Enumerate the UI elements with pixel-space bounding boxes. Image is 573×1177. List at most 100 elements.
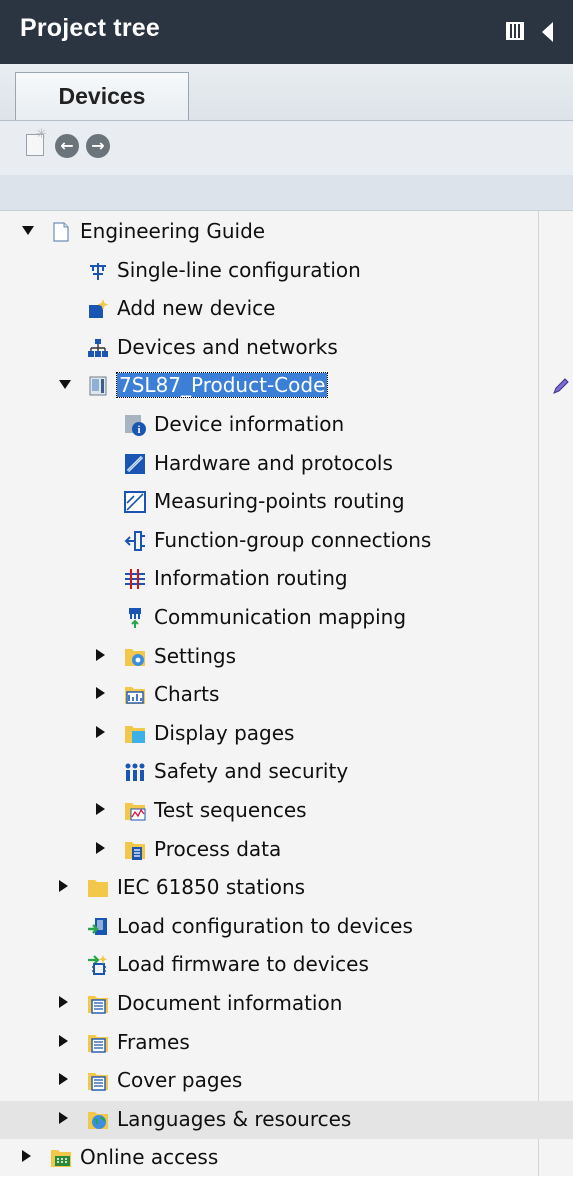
expand-arrow-icon[interactable] bbox=[59, 996, 68, 1008]
tree-item-label: Process data bbox=[154, 836, 282, 861]
tree-item-label: Devices and networks bbox=[117, 334, 338, 359]
single-line-icon bbox=[87, 260, 109, 282]
panel-title: Project tree bbox=[20, 14, 160, 42]
document-folder-icon bbox=[87, 993, 109, 1015]
frames-folder-icon bbox=[87, 1032, 109, 1054]
collapse-panel-icon[interactable] bbox=[542, 22, 553, 42]
tree-item[interactable]: Frames bbox=[0, 1024, 573, 1062]
folder-icon bbox=[87, 877, 109, 899]
title-bar: Project tree bbox=[0, 0, 573, 65]
device-icon bbox=[87, 375, 109, 397]
tree-item-label: Document information bbox=[117, 991, 343, 1015]
expand-arrow-icon[interactable] bbox=[59, 1034, 68, 1047]
tree-item[interactable]: Measuring-points routing bbox=[0, 483, 573, 521]
tree-item[interactable]: Communication mapping bbox=[0, 599, 573, 637]
tree-item-label: Display pages bbox=[154, 720, 295, 745]
settings-folder-icon bbox=[124, 646, 146, 668]
measuring-routing-icon bbox=[124, 491, 146, 514]
tree-item-label: Load firmware to devices bbox=[117, 952, 369, 977]
online-access-folder-icon bbox=[50, 1147, 72, 1169]
load-configuration-icon bbox=[87, 916, 109, 938]
tree-item[interactable]: Online access bbox=[0, 1139, 573, 1177]
back-arrow-icon[interactable]: ← bbox=[55, 134, 79, 158]
expand-arrow-icon[interactable] bbox=[59, 1111, 68, 1124]
function-group-icon bbox=[124, 530, 146, 552]
expand-arrow-icon[interactable] bbox=[96, 803, 105, 815]
information-routing-icon bbox=[124, 568, 146, 590]
tree-item-label: Cover pages bbox=[117, 1068, 243, 1093]
edit-pencil-icon[interactable] bbox=[552, 377, 570, 395]
tree-item-label: Languages & resources bbox=[117, 1106, 352, 1131]
tab-devices-label: Devices bbox=[58, 83, 146, 109]
tree-item[interactable]: Document information bbox=[0, 985, 573, 1023]
tree-item[interactable]: Languages & resources bbox=[0, 1100, 573, 1139]
tree-item[interactable]: i Device information bbox=[0, 406, 573, 444]
tree-item[interactable]: Engineering Guide bbox=[0, 213, 573, 251]
tree-item[interactable]: Load firmware to devices bbox=[0, 946, 573, 984]
forward-arrow-icon[interactable]: → bbox=[86, 134, 110, 158]
expand-arrow-icon[interactable] bbox=[59, 1073, 68, 1086]
expand-arrow-icon[interactable] bbox=[22, 1150, 31, 1163]
tree-item-label: Test sequences bbox=[154, 798, 307, 822]
tab-strip: Devices bbox=[0, 64, 573, 121]
tree-item-label: Device information bbox=[154, 412, 345, 436]
tree-item[interactable]: Test sequences bbox=[0, 792, 573, 830]
tree-item[interactable]: Display pages bbox=[0, 715, 573, 753]
hardware-icon bbox=[124, 453, 146, 475]
safety-security-icon bbox=[124, 761, 146, 783]
tree-item[interactable]: Function-group connections bbox=[0, 522, 573, 560]
project-icon bbox=[50, 221, 72, 243]
panel-layout-icon[interactable] bbox=[506, 22, 524, 40]
tree-item[interactable]: 7SL87_Product-Code bbox=[0, 367, 573, 405]
tree-item[interactable]: Charts bbox=[0, 676, 573, 714]
display-pages-folder-icon bbox=[124, 723, 146, 745]
network-icon bbox=[87, 337, 109, 359]
tree-item[interactable]: Single-line configuration bbox=[0, 252, 573, 290]
tree-item[interactable]: Information routing bbox=[0, 560, 573, 598]
tree-item[interactable]: IEC 61850 stations bbox=[0, 869, 573, 907]
add-device-icon bbox=[87, 298, 109, 320]
tree-item-label: Hardware and protocols bbox=[154, 450, 393, 475]
tree-item-label: Information routing bbox=[154, 566, 348, 591]
expand-arrow-icon[interactable] bbox=[59, 880, 68, 893]
expand-arrow-icon[interactable] bbox=[96, 648, 105, 661]
tree-item-label: IEC 61850 stations bbox=[117, 875, 306, 900]
load-firmware-icon bbox=[87, 954, 109, 976]
tree-item[interactable]: Safety and security bbox=[0, 753, 573, 791]
collapse-arrow-icon[interactable] bbox=[22, 226, 34, 235]
languages-folder-icon bbox=[87, 1109, 109, 1131]
tree-item-label: Function-group connections bbox=[154, 527, 432, 552]
tree-item[interactable]: Load configuration to devices bbox=[0, 908, 573, 946]
tree-item-label: Frames bbox=[117, 1029, 190, 1054]
test-sequences-folder-icon bbox=[124, 800, 146, 822]
tree-item[interactable]: Settings bbox=[0, 638, 573, 676]
tree-item[interactable]: Add new device bbox=[0, 290, 573, 328]
tree-item[interactable]: Devices and networks bbox=[0, 329, 573, 367]
tree-item-label: Safety and security bbox=[154, 759, 349, 784]
communication-mapping-icon bbox=[124, 607, 146, 629]
tree-item-label: Load configuration to devices bbox=[117, 913, 413, 938]
tree-item-label: 7SL87_Product-Code bbox=[115, 372, 329, 399]
expand-arrow-icon[interactable] bbox=[96, 841, 105, 854]
tree-item-label: Add new device bbox=[117, 296, 276, 321]
new-folder-icon[interactable] bbox=[26, 127, 47, 156]
tree-item[interactable]: Hardware and protocols bbox=[0, 445, 573, 483]
charts-icon bbox=[124, 684, 146, 706]
tree-item-label: Measuring-points routing bbox=[154, 489, 405, 514]
tab-devices[interactable]: Devices bbox=[15, 72, 189, 120]
tree-item[interactable]: Process data bbox=[0, 831, 573, 869]
expand-arrow-icon[interactable] bbox=[96, 687, 105, 700]
tree-item[interactable]: Cover pages bbox=[0, 1062, 573, 1100]
tree-item-label: Communication mapping bbox=[154, 605, 407, 629]
process-data-folder-icon bbox=[124, 839, 146, 861]
collapse-arrow-icon[interactable] bbox=[59, 380, 71, 390]
tree-item-label: Online access bbox=[80, 1145, 219, 1170]
svg-text:i: i bbox=[137, 424, 140, 436]
expand-arrow-icon[interactable] bbox=[96, 725, 105, 738]
tree-item-label: Charts bbox=[154, 682, 220, 707]
tree-header-bar bbox=[0, 175, 573, 211]
device-info-icon: i bbox=[124, 414, 146, 436]
cover-pages-folder-icon bbox=[87, 1070, 109, 1092]
tree-item-label: Engineering Guide bbox=[80, 219, 266, 243]
tree-item-label: Single-line configuration bbox=[117, 257, 361, 282]
